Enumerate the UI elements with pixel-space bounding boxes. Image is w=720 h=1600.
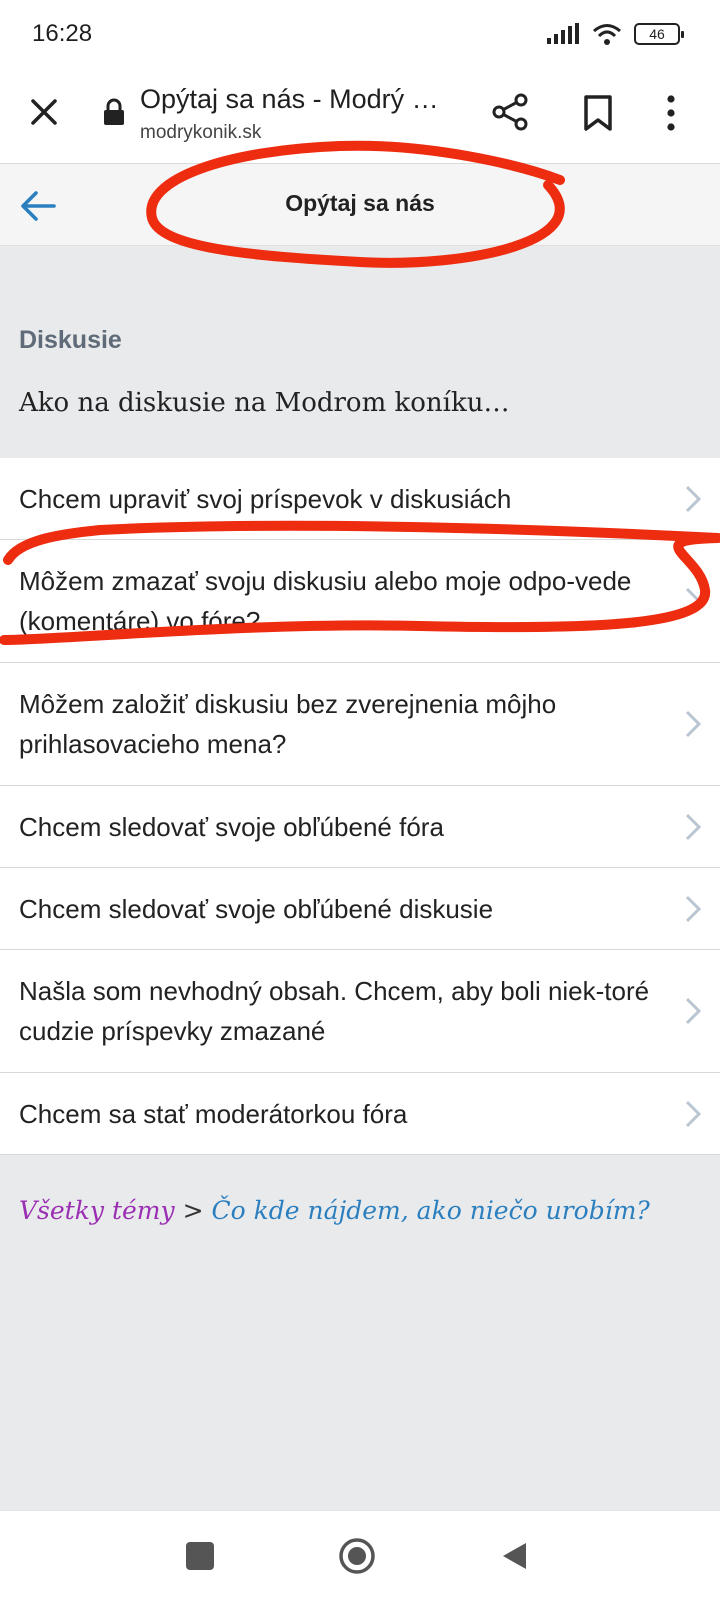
faq-item-follow-forums[interactable]: Chcem sledovať svoje obľúbené fóra [0,786,720,868]
phone-screen: 16:28 46 Opýtaj sa nás - Modrý … modryko… [0,0,720,1600]
close-icon[interactable] [28,96,60,128]
chevron-right-icon [685,710,702,738]
wifi-icon [593,24,621,45]
status-bar: 16:28 46 [0,0,720,68]
battery-icon: 46 [634,23,684,45]
home-icon[interactable] [338,1537,376,1575]
faq-item-label: Chcem sledovať svoje obľúbené diskusie [19,893,494,924]
faq-item-label: Chcem sledovať svoje obľúbené fóra [19,811,444,842]
signal-icon [547,23,579,44]
chevron-right-icon [685,587,702,615]
faq-list: Chcem upraviť svoj príspevok v diskusiác… [0,458,720,1155]
chevron-right-icon [685,997,702,1025]
bookmark-icon[interactable] [582,94,614,132]
faq-item-anonymous-discussion[interactable]: Môžem založiť diskusiu bez zverejnenia m… [0,663,720,786]
faq-item-follow-discussions[interactable]: Chcem sledovať svoje obľúbené diskusie [0,868,720,950]
faq-item-edit-post[interactable]: Chcem upraviť svoj príspevok v diskusiác… [0,458,720,540]
browser-page-title[interactable]: Opýtaj sa nás - Modrý … [140,84,460,115]
page-title: Opýtaj sa nás [285,190,435,216]
page-header: Opýtaj sa nás [0,164,720,246]
browser-url[interactable]: modrykonik.sk [140,122,261,144]
back-triangle-icon[interactable] [500,1541,528,1571]
share-icon[interactable] [490,92,530,132]
more-vert-icon[interactable] [664,94,678,132]
faq-item-label: Chcem upraviť svoj príspevok v diskusiác… [19,483,512,514]
faq-item-become-moderator[interactable]: Chcem sa stať moderátorkou fóra [0,1073,720,1155]
faq-item-delete-discussion[interactable]: Môžem zmazať svoju diskusiu alebo moje o… [0,540,720,663]
faq-item-label: Našla som nevhodný obsah. Chcem, aby bol… [19,976,650,1046]
lock-icon [104,98,124,125]
faq-item-report-content[interactable]: Našla som nevhodný obsah. Chcem, aby bol… [0,950,720,1073]
faq-item-label: Chcem sa stať moderátorkou fóra [19,1098,408,1129]
breadcrumb-separator: > [182,1196,204,1225]
system-nav-bar [0,1510,720,1600]
recent-apps-icon[interactable] [186,1542,214,1570]
section-heading: Diskusie [19,326,122,354]
breadcrumb-all-topics-link[interactable]: Všetky témy [19,1196,175,1225]
faq-item-label: Môžem založiť diskusiu bez zverejnenia m… [19,689,557,759]
status-icons: 46 [546,20,684,48]
chevron-right-icon [685,485,702,512]
breadcrumb: Všetky témy > Čo kde nájdem, ako niečo u… [19,1196,650,1225]
status-time: 16:28 [32,20,93,47]
section-subtitle: Ako na diskusie na Modrom koníku… [19,388,510,418]
chevron-right-icon [685,1100,702,1127]
chevron-right-icon [685,813,702,840]
faq-item-label: Môžem zmazať svoju diskusiu alebo moje o… [19,566,632,636]
breadcrumb-current-link[interactable]: Čo kde nájdem, ako niečo urobím? [211,1196,649,1225]
chevron-right-icon [685,895,702,922]
browser-toolbar: Opýtaj sa nás - Modrý … modrykonik.sk [0,68,720,164]
